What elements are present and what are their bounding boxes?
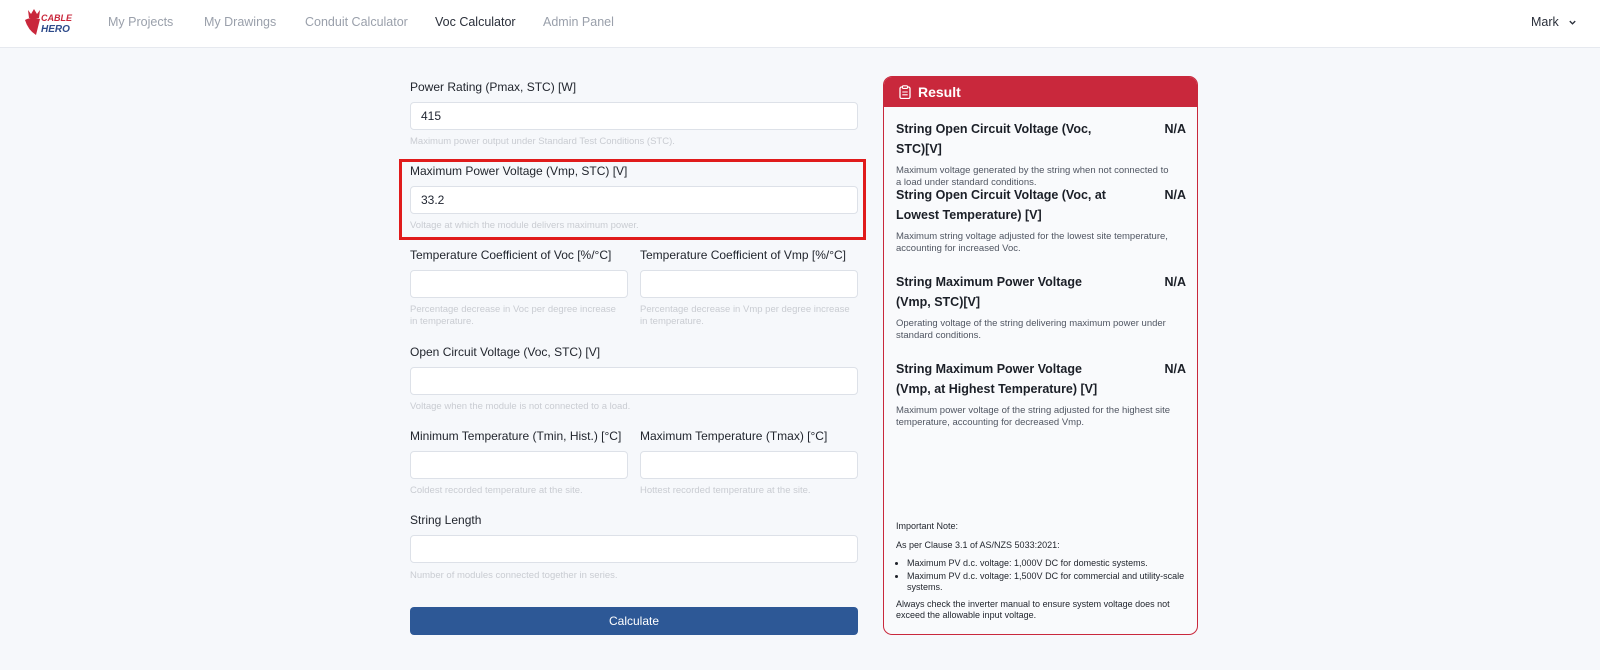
tmax-hint: Hottest recorded temperature at the site… [640, 485, 811, 496]
tmin-hint: Coldest recorded temperature at the site… [410, 485, 583, 496]
top-navbar: CABLE HERO My Projects My Drawings Condu… [0, 0, 1600, 48]
voc-hint: Voltage when the module is not connected… [410, 401, 631, 412]
result-header: Result [884, 77, 1197, 107]
result-item-desc: Maximum power voltage of the string adju… [896, 405, 1171, 428]
result-item-voc-lowest-temp: String Open Circuit Voltage (Voc, at Low… [896, 185, 1186, 255]
nav-my-drawings[interactable]: My Drawings [204, 15, 276, 29]
note-heading: Important Note: [896, 521, 959, 531]
calculate-button[interactable]: Calculate [410, 607, 858, 635]
string-length-label: String Length [410, 513, 482, 527]
pmax-label: Power Rating (Pmax, STC) [W] [410, 80, 577, 94]
result-item-vmp-stc: String Maximum Power Voltage (Vmp, STC)[… [896, 272, 1186, 342]
result-item-title: String Open Circuit Voltage (Voc, at Low… [896, 188, 1106, 222]
nav-my-projects[interactable]: My Projects [108, 15, 173, 29]
result-item-value: N/A [1164, 275, 1186, 289]
vmp-input[interactable] [410, 186, 858, 214]
result-item-voc-stc: String Open Circuit Voltage (Voc, STC)[V… [896, 119, 1186, 189]
result-item-title: String Maximum Power Voltage (Vmp, at Hi… [896, 362, 1098, 396]
tmin-label: Minimum Temperature (Tmin, Hist.) [°C] [410, 429, 622, 443]
temp-coef-vmp-input[interactable] [640, 270, 858, 298]
note-clause: As per Clause 3.1 of AS/NZS 5033:2021: [896, 539, 1060, 550]
user-menu[interactable]: Mark [1531, 15, 1577, 29]
voc-input[interactable] [410, 367, 858, 395]
result-item-value: N/A [1164, 122, 1186, 136]
chevron-down-icon [1569, 20, 1576, 25]
nav-admin-panel[interactable]: Admin Panel [543, 15, 614, 29]
cable-hero-logo[interactable]: CABLE HERO [22, 8, 74, 36]
result-item-desc: Operating voltage of the string deliveri… [896, 318, 1166, 341]
result-item-value: N/A [1164, 188, 1186, 202]
result-panel: Result String Open Circuit Voltage (Voc,… [883, 76, 1198, 635]
result-item-vmp-highest-temp: String Maximum Power Voltage (Vmp, at Hi… [896, 359, 1186, 429]
user-name: Mark [1531, 15, 1559, 29]
note-bullet: Maximum PV d.c. voltage: 1,500V DC for c… [907, 571, 1186, 594]
note-list: Maximum PV d.c. voltage: 1,000V DC for d… [896, 558, 1186, 594]
vmp-hint: Voltage at which the module delivers max… [410, 220, 639, 231]
nav-voc-calculator[interactable]: Voc Calculator [435, 15, 516, 29]
nav-conduit-calculator[interactable]: Conduit Calculator [305, 15, 408, 29]
string-length-input[interactable] [410, 535, 858, 563]
pmax-hint: Maximum power output under Standard Test… [410, 136, 675, 147]
temp-coef-voc-label: Temperature Coefficient of Voc [%/°C] [410, 248, 612, 262]
result-item-value: N/A [1164, 362, 1186, 376]
tmin-input[interactable] [410, 451, 628, 479]
voc-label: Open Circuit Voltage (Voc, STC) [V] [410, 345, 601, 359]
result-item-title: String Maximum Power Voltage (Vmp, STC)[… [896, 275, 1082, 309]
important-note: Important Note: As per Clause 3.1 of AS/… [896, 521, 1186, 629]
string-length-hint: Number of modules connected together in … [410, 570, 618, 581]
temp-coef-voc-input[interactable] [410, 270, 628, 298]
temp-coef-vmp-hint: Percentage decrease in Vmp per degree in… [640, 304, 850, 327]
tmax-input[interactable] [640, 451, 858, 479]
note-footer: Always check the inverter manual to ensu… [896, 598, 1170, 621]
temp-coef-vmp-label: Temperature Coefficient of Vmp [%/°C] [640, 248, 846, 262]
result-title: Result [918, 84, 961, 100]
result-item-title: String Open Circuit Voltage (Voc, STC)[V… [896, 122, 1092, 156]
temp-coef-voc-hint: Percentage decrease in Voc per degree in… [410, 304, 616, 327]
note-bullet: Maximum PV d.c. voltage: 1,000V DC for d… [907, 558, 1186, 570]
result-item-desc: Maximum string voltage adjusted for the … [896, 231, 1168, 254]
svg-text:CABLE: CABLE [41, 13, 73, 23]
svg-text:HERO: HERO [41, 24, 70, 35]
tmax-label: Maximum Temperature (Tmax) [°C] [640, 429, 828, 443]
pmax-input[interactable] [410, 102, 858, 130]
clipboard-icon [899, 85, 911, 99]
vmp-label: Maximum Power Voltage (Vmp, STC) [V] [410, 164, 628, 178]
